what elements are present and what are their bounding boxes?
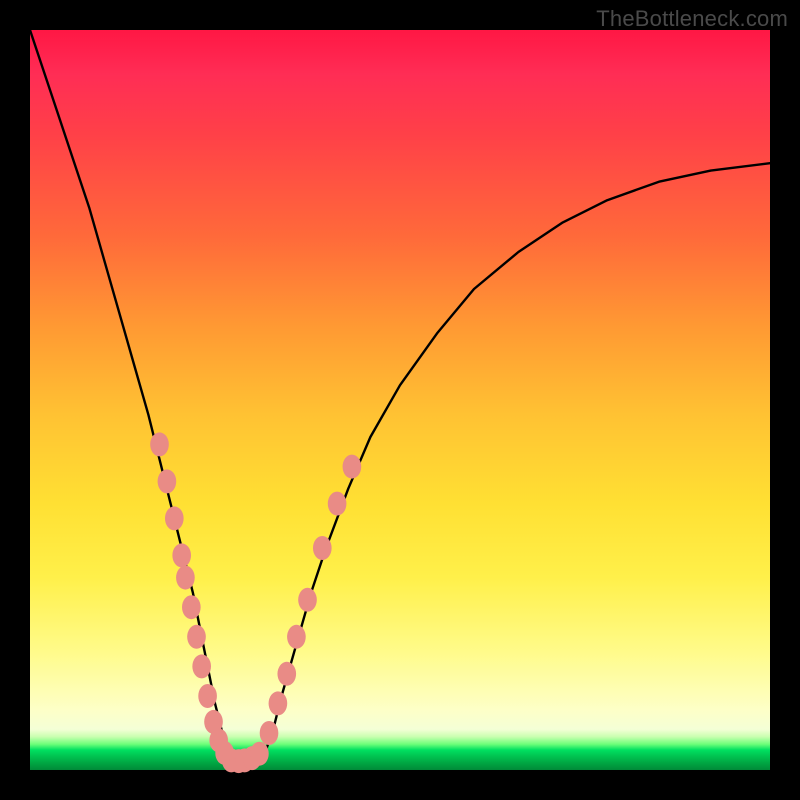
chart-frame: TheBottleneck.com	[0, 0, 800, 800]
sample-bead	[198, 684, 217, 708]
plot-area	[30, 30, 770, 770]
watermark-text: TheBottleneck.com	[596, 6, 788, 32]
sample-bead	[277, 662, 296, 686]
sample-bead	[182, 595, 201, 619]
bottleneck-curve	[30, 30, 770, 763]
sample-bead	[150, 432, 169, 456]
sample-bead	[250, 742, 269, 766]
bottleneck-curve-svg	[30, 30, 770, 770]
sample-bead	[343, 455, 362, 479]
sample-bead	[328, 492, 347, 516]
sample-bead	[165, 506, 184, 530]
sample-bead	[187, 625, 206, 649]
sample-beads	[150, 432, 361, 773]
sample-bead	[269, 691, 288, 715]
sample-bead	[298, 588, 317, 612]
sample-bead	[192, 654, 211, 678]
sample-bead	[260, 721, 279, 745]
sample-bead	[313, 536, 332, 560]
sample-bead	[287, 625, 306, 649]
sample-bead	[176, 566, 195, 590]
sample-bead	[172, 543, 191, 567]
sample-bead	[158, 469, 177, 493]
